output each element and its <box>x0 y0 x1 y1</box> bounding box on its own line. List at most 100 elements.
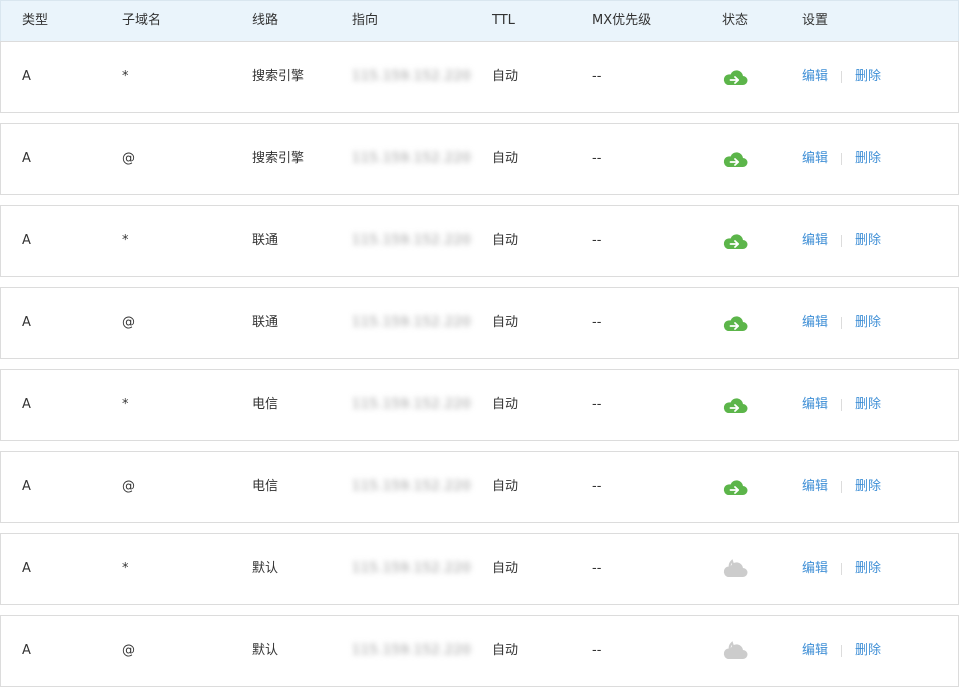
delete-link[interactable]: 删除 <box>855 479 881 494</box>
action-divider <box>841 644 843 657</box>
table-header: 类型 子域名 线路 指向 TTL MX优先级 状态 设置 <box>0 0 959 42</box>
record-line: 搜索引擎 <box>252 69 305 84</box>
table-row: A * 联通 自动 -- 115.159.152.220 编辑 删除 <box>0 205 959 277</box>
edit-link[interactable]: 编辑 <box>802 69 828 84</box>
record-ttl: 自动 <box>492 397 519 412</box>
record-target-value: 115.159.152.220 <box>352 151 472 166</box>
record-target: 115.159.152.220 <box>352 534 471 604</box>
record-actions: 编辑 删除 <box>802 206 881 276</box>
record-type: A <box>22 561 31 576</box>
table-row: A @ 默认 自动 -- 115.159.152.220 编辑 删除 <box>0 615 959 687</box>
action-divider <box>841 152 843 165</box>
action-divider <box>841 70 843 83</box>
table-row: A * 默认 自动 -- 115.159.152.220 编辑 删除 <box>0 533 959 605</box>
record-target: 115.159.152.220 <box>352 370 471 440</box>
record-actions: 编辑 删除 <box>802 288 881 358</box>
record-subdomain: @ <box>122 643 135 658</box>
record-type: A <box>22 69 31 84</box>
edit-link[interactable]: 编辑 <box>802 315 828 330</box>
cloud-enabled-icon <box>723 70 748 85</box>
record-line: 默认 <box>252 561 279 576</box>
record-ttl: 自动 <box>492 315 519 330</box>
record-mx-priority: -- <box>592 479 602 494</box>
record-actions: 编辑 删除 <box>802 534 881 604</box>
record-ttl: 自动 <box>492 561 519 576</box>
record-type: A <box>22 233 31 248</box>
header-mx-priority: MX优先级 <box>592 13 652 28</box>
record-ttl: 自动 <box>492 479 519 494</box>
record-target: 115.159.152.220 <box>352 42 471 112</box>
record-actions: 编辑 删除 <box>802 42 881 112</box>
record-type: A <box>22 151 31 166</box>
table-row: A * 搜索引擎 自动 -- 115.159.152.220 编辑 删除 <box>0 41 959 113</box>
record-mx-priority: -- <box>592 397 602 412</box>
record-subdomain: @ <box>122 315 135 330</box>
record-target-value: 115.159.152.220 <box>352 233 472 248</box>
delete-link[interactable]: 删除 <box>855 69 881 84</box>
edit-link[interactable]: 编辑 <box>802 561 828 576</box>
record-target-value: 115.159.152.220 <box>352 315 472 330</box>
record-line: 电信 <box>252 397 279 412</box>
delete-link[interactable]: 删除 <box>855 233 881 248</box>
action-divider <box>841 234 843 247</box>
delete-link[interactable]: 删除 <box>855 315 881 330</box>
record-mx-priority: -- <box>592 69 602 84</box>
record-mx-priority: -- <box>592 151 602 166</box>
record-mx-priority: -- <box>592 561 602 576</box>
table-row: A @ 联通 自动 -- 115.159.152.220 编辑 删除 <box>0 287 959 359</box>
record-target-value: 115.159.152.220 <box>352 69 472 84</box>
record-type: A <box>22 643 31 658</box>
record-actions: 编辑 删除 <box>802 452 881 522</box>
record-line: 搜索引擎 <box>252 151 305 166</box>
cloud-enabled-icon <box>723 234 748 249</box>
cloud-enabled-icon <box>723 398 748 413</box>
record-actions: 编辑 删除 <box>802 616 881 686</box>
header-settings: 设置 <box>802 13 829 28</box>
record-target-value: 115.159.152.220 <box>352 397 472 412</box>
header-subdomain: 子域名 <box>122 13 162 28</box>
delete-link[interactable]: 删除 <box>855 561 881 576</box>
delete-link[interactable]: 删除 <box>855 643 881 658</box>
delete-link[interactable]: 删除 <box>855 151 881 166</box>
record-mx-priority: -- <box>592 643 602 658</box>
record-type: A <box>22 315 31 330</box>
record-subdomain: * <box>122 233 129 248</box>
edit-link[interactable]: 编辑 <box>802 479 828 494</box>
record-ttl: 自动 <box>492 69 519 84</box>
record-actions: 编辑 删除 <box>802 370 881 440</box>
header-type: 类型 <box>22 13 49 28</box>
action-divider <box>841 480 843 493</box>
edit-link[interactable]: 编辑 <box>802 643 828 658</box>
record-target: 115.159.152.220 <box>352 452 471 522</box>
record-mx-priority: -- <box>592 233 602 248</box>
edit-link[interactable]: 编辑 <box>802 233 828 248</box>
record-type: A <box>22 397 31 412</box>
action-divider <box>841 562 843 575</box>
record-line: 电信 <box>252 479 279 494</box>
record-ttl: 自动 <box>492 233 519 248</box>
delete-link[interactable]: 删除 <box>855 397 881 412</box>
action-divider <box>841 398 843 411</box>
record-actions: 编辑 删除 <box>802 124 881 194</box>
record-line: 联通 <box>252 315 279 330</box>
record-ttl: 自动 <box>492 643 519 658</box>
record-target: 115.159.152.220 <box>352 206 471 276</box>
record-subdomain: * <box>122 561 129 576</box>
header-target: 指向 <box>352 13 379 28</box>
cloud-paused-icon <box>723 641 748 659</box>
header-line: 线路 <box>252 13 279 28</box>
record-line: 联通 <box>252 233 279 248</box>
edit-link[interactable]: 编辑 <box>802 397 828 412</box>
edit-link[interactable]: 编辑 <box>802 151 828 166</box>
table-row: A @ 电信 自动 -- 115.159.152.220 编辑 删除 <box>0 451 959 523</box>
record-subdomain: @ <box>122 151 135 166</box>
record-subdomain: * <box>122 397 129 412</box>
record-target: 115.159.152.220 <box>352 616 471 686</box>
table-row: A @ 搜索引擎 自动 -- 115.159.152.220 编辑 删除 <box>0 123 959 195</box>
cloud-enabled-icon <box>723 316 748 331</box>
cloud-paused-icon <box>723 559 748 577</box>
header-ttl: TTL <box>492 13 515 28</box>
table-row: A * 电信 自动 -- 115.159.152.220 编辑 删除 <box>0 369 959 441</box>
record-target: 115.159.152.220 <box>352 124 471 194</box>
action-divider <box>841 316 843 329</box>
